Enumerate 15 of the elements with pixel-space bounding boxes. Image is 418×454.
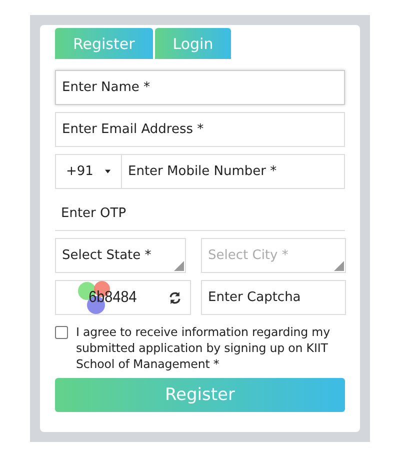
resize-corner-icon — [334, 261, 344, 271]
captcha-code: 6b8484 — [88, 288, 137, 306]
consent-text: I agree to receive information regarding my submitted application by signing up on KIIT School of Management * — [76, 324, 331, 372]
refresh-icon[interactable] — [168, 290, 182, 304]
consent-checkbox[interactable] — [55, 326, 68, 339]
captcha-field[interactable]: Enter Captcha — [201, 280, 346, 315]
register-button[interactable]: Register — [55, 378, 345, 412]
tab[interactable]: Register — [55, 28, 153, 59]
resize-corner-icon — [174, 261, 184, 271]
input-field[interactable]: Enter Mobile Number * — [121, 154, 345, 189]
caret-icon — [105, 169, 111, 174]
input-field[interactable]: Enter Name * — [55, 70, 345, 105]
select-dropdown[interactable]: Select State * — [55, 238, 186, 273]
tab[interactable]: Login — [154, 28, 232, 59]
input-field[interactable]: Enter Email Address * — [55, 112, 345, 147]
